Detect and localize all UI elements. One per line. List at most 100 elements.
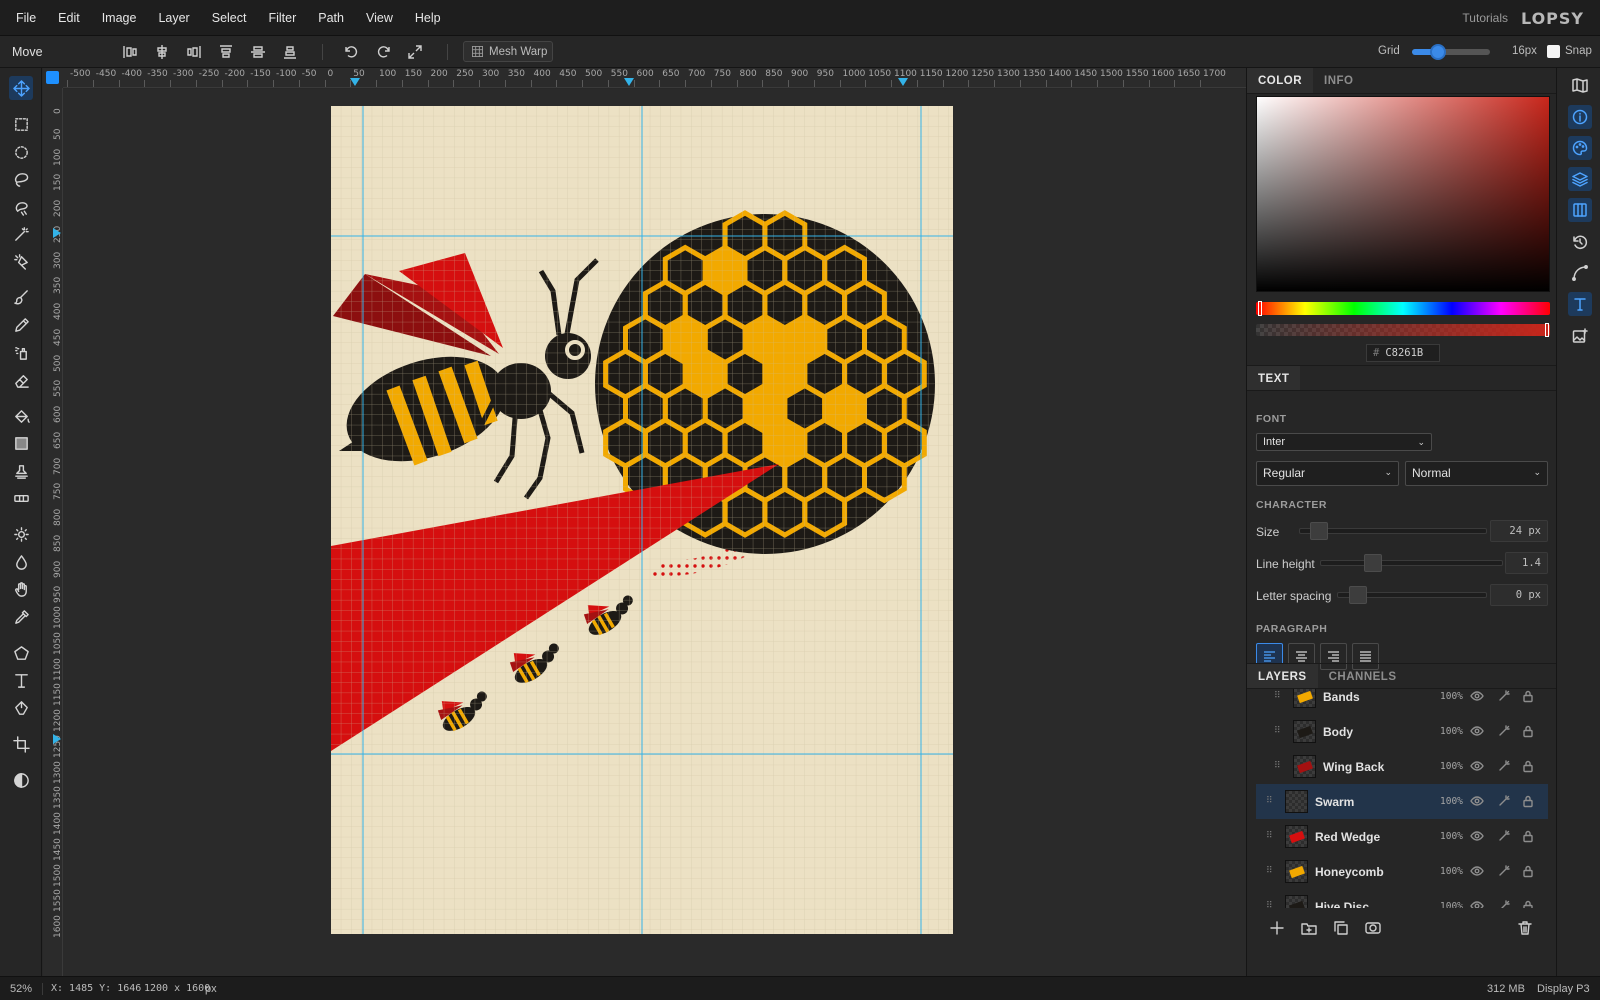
align-top-button[interactable] bbox=[216, 42, 236, 62]
crop-tool[interactable] bbox=[9, 732, 33, 756]
layer-visibility-toggle[interactable] bbox=[1470, 864, 1484, 878]
rect-select-tool[interactable] bbox=[9, 112, 33, 136]
add-layer-button[interactable] bbox=[1269, 920, 1285, 936]
image-add-panel-button[interactable] bbox=[1568, 324, 1592, 348]
stamp-tool[interactable] bbox=[9, 459, 33, 483]
guide-marker[interactable] bbox=[53, 228, 61, 238]
document-canvas[interactable] bbox=[331, 106, 953, 934]
align-bottom-button[interactable] bbox=[280, 42, 300, 62]
menu-image[interactable]: Image bbox=[91, 11, 148, 25]
horizontal-ruler[interactable]: -500 -450 -400 -350 -300 -250 -200 -150 -100 -50 0… bbox=[63, 68, 1246, 88]
guide-marker[interactable] bbox=[898, 78, 908, 86]
info-panel-button[interactable] bbox=[1568, 105, 1592, 129]
guide-marker[interactable] bbox=[350, 78, 360, 86]
mask-toggle[interactable] bbox=[9, 768, 33, 792]
ruler-corner[interactable] bbox=[43, 68, 63, 88]
layer-lock-toggle[interactable] bbox=[1521, 689, 1535, 703]
drag-handle-icon[interactable]: ⠿ bbox=[1266, 831, 1273, 841]
alpha-slider[interactable] bbox=[1256, 323, 1550, 337]
layers-panel-button[interactable] bbox=[1568, 167, 1592, 191]
layer-effects-button[interactable] bbox=[1497, 864, 1511, 878]
layer-row[interactable]: ⠿ Hive Disc 100% bbox=[1256, 889, 1548, 908]
letter-spacing-input[interactable]: 0 px bbox=[1490, 584, 1548, 606]
new-group-button[interactable] bbox=[1301, 920, 1317, 936]
layer-row[interactable]: ⠿ Bands 100% bbox=[1256, 689, 1548, 714]
menu-edit[interactable]: Edit bbox=[47, 11, 91, 25]
layer-visibility-toggle[interactable] bbox=[1470, 794, 1484, 808]
drag-handle-icon[interactable]: ⠿ bbox=[1266, 866, 1273, 876]
layer-effects-button[interactable] bbox=[1497, 689, 1511, 703]
layer-row[interactable]: ⠿ Wing Back 100% bbox=[1256, 749, 1548, 784]
font-style-select[interactable]: Normal ⌄ bbox=[1405, 461, 1548, 486]
layer-lock-toggle[interactable] bbox=[1521, 794, 1535, 808]
layer-opacity[interactable]: 100% bbox=[1440, 691, 1463, 702]
guide-marker[interactable] bbox=[624, 78, 634, 86]
layer-lock-toggle[interactable] bbox=[1521, 724, 1535, 738]
layer-opacity[interactable]: 100% bbox=[1440, 796, 1463, 807]
alpha-slider-handle[interactable] bbox=[1545, 323, 1549, 337]
align-right-button[interactable] bbox=[184, 42, 204, 62]
layer-effects-button[interactable] bbox=[1497, 829, 1511, 843]
hue-slider[interactable] bbox=[1256, 301, 1550, 316]
drag-handle-icon[interactable]: ⠿ bbox=[1266, 796, 1273, 806]
size-input[interactable]: 24 px bbox=[1490, 520, 1548, 542]
vertical-ruler[interactable]: 0 50 100 150 200 250 300 350 400 450 500 550 600 650 7… bbox=[43, 88, 63, 976]
quick-select-tool[interactable] bbox=[9, 249, 33, 273]
layer-effects-button[interactable] bbox=[1497, 899, 1511, 908]
align-vcenter-button[interactable] bbox=[248, 42, 268, 62]
smudge-tool[interactable] bbox=[9, 577, 33, 601]
layer-effects-button[interactable] bbox=[1497, 794, 1511, 808]
tutorials-link[interactable]: Tutorials bbox=[1462, 11, 1508, 25]
layer-opacity[interactable]: 100% bbox=[1440, 831, 1463, 842]
align-left-button[interactable] bbox=[120, 42, 140, 62]
rotate-right-button[interactable] bbox=[374, 42, 394, 62]
gradient-tool[interactable] bbox=[9, 431, 33, 455]
history-panel-button[interactable] bbox=[1568, 230, 1592, 254]
layer-row[interactable]: ⠿ Honeycomb 100% bbox=[1256, 854, 1548, 889]
brush-tool[interactable] bbox=[9, 285, 33, 309]
dodge-tool[interactable] bbox=[9, 522, 33, 546]
layer-lock-toggle[interactable] bbox=[1521, 829, 1535, 843]
zoom-level[interactable]: 52% bbox=[10, 983, 32, 995]
layer-opacity[interactable]: 100% bbox=[1440, 901, 1463, 908]
tab-layers[interactable]: LAYERS bbox=[1247, 664, 1318, 688]
line-height-input[interactable]: 1.4 bbox=[1505, 552, 1548, 574]
layer-row[interactable]: ⠿ Swarm 100% bbox=[1256, 784, 1548, 819]
menu-path[interactable]: Path bbox=[307, 11, 355, 25]
line-height-slider-knob[interactable] bbox=[1364, 554, 1382, 572]
drag-handle-icon[interactable]: ⠿ bbox=[1266, 901, 1273, 908]
burn-tool[interactable] bbox=[9, 550, 33, 574]
mesh-warp-button[interactable]: Mesh Warp bbox=[463, 41, 553, 62]
menu-help[interactable]: Help bbox=[404, 11, 452, 25]
letter-spacing-slider-knob[interactable] bbox=[1349, 586, 1367, 604]
tab-text[interactable]: TEXT bbox=[1247, 366, 1301, 390]
magic-wand-tool[interactable] bbox=[9, 222, 33, 246]
canvas-workspace[interactable] bbox=[63, 89, 1246, 976]
pen-tool[interactable] bbox=[9, 696, 33, 720]
menu-view[interactable]: View bbox=[355, 11, 404, 25]
layer-lock-toggle[interactable] bbox=[1521, 759, 1535, 773]
layer-opacity[interactable]: 100% bbox=[1440, 726, 1463, 737]
tab-color[interactable]: COLOR bbox=[1247, 68, 1314, 93]
text-panel-button[interactable] bbox=[1568, 292, 1592, 316]
tab-channels[interactable]: CHANNELS bbox=[1318, 664, 1408, 688]
grid-size-slider[interactable] bbox=[1412, 44, 1490, 60]
menu-select[interactable]: Select bbox=[201, 11, 258, 25]
menu-filter[interactable]: Filter bbox=[257, 11, 307, 25]
duplicate-layer-button[interactable] bbox=[1333, 920, 1349, 936]
heal-tool[interactable] bbox=[9, 486, 33, 510]
layer-visibility-toggle[interactable] bbox=[1470, 724, 1484, 738]
color-saturation-field[interactable] bbox=[1256, 96, 1550, 292]
add-mask-button[interactable] bbox=[1365, 920, 1381, 936]
drag-handle-icon[interactable]: ⠿ bbox=[1274, 761, 1281, 771]
menu-layer[interactable]: Layer bbox=[147, 11, 200, 25]
menu-file[interactable]: File bbox=[0, 11, 47, 25]
ellipse-select-tool[interactable] bbox=[9, 140, 33, 164]
drag-handle-icon[interactable]: ⠿ bbox=[1274, 726, 1281, 736]
layer-effects-button[interactable] bbox=[1497, 759, 1511, 773]
navigator-panel-button[interactable] bbox=[1568, 73, 1592, 97]
rotate-left-button[interactable] bbox=[341, 42, 361, 62]
fit-expand-button[interactable] bbox=[405, 42, 425, 62]
layer-visibility-toggle[interactable] bbox=[1470, 829, 1484, 843]
font-weight-select[interactable]: Regular ⌄ bbox=[1256, 461, 1399, 486]
